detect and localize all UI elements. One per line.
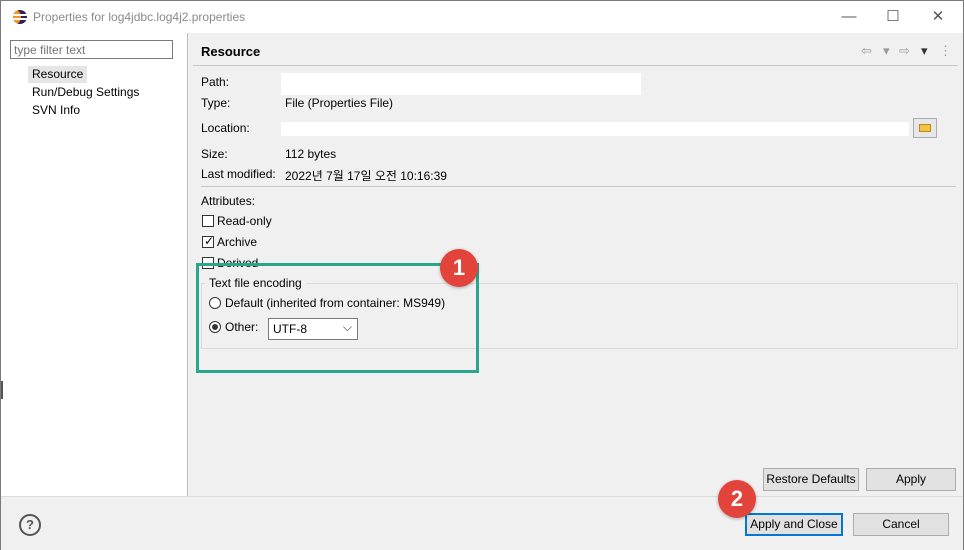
attributes-divider — [201, 186, 956, 187]
path-label: Path: — [201, 75, 230, 89]
back-arrow-icon[interactable]: ⇦ — [861, 43, 872, 59]
type-value: File (Properties File) — [285, 96, 394, 110]
page-title: Resource — [201, 44, 261, 59]
step-badge-2: 2 — [718, 480, 756, 518]
title-bar: Properties for log4jdbc.log4j2.propertie… — [1, 1, 963, 33]
show-in-explorer-button[interactable] — [913, 118, 937, 138]
last-modified-value: 2022년 7월 17일 오전 10:16:39 — [285, 169, 447, 183]
size-label: Size: — [201, 147, 228, 161]
close-button[interactable]: ✕ — [923, 7, 953, 27]
cancel-button[interactable]: Cancel — [853, 513, 949, 536]
encoding-highlight-box — [196, 263, 479, 373]
apply-and-close-button[interactable]: Apply and Close — [745, 513, 843, 536]
properties-dialog: Properties for log4jdbc.log4j2.propertie… — [0, 0, 964, 550]
view-menu-icon[interactable]: ⋮ — [939, 43, 952, 59]
forward-arrow-icon[interactable]: ⇨ — [899, 43, 910, 59]
archive-label[interactable]: Archive — [217, 235, 257, 249]
properties-tree-panel: Resource Run/Debug Settings SVN Info — [1, 33, 188, 496]
location-label: Location: — [201, 121, 250, 135]
dialog-button-bar: ? Apply and Close Cancel — [1, 496, 963, 550]
type-label: Type: — [201, 96, 231, 110]
resize-handle[interactable] — [1, 381, 3, 399]
size-value: 112 bytes — [285, 147, 337, 161]
maximize-button[interactable]: ☐ — [878, 7, 908, 27]
step-badge-1: 1 — [440, 249, 478, 287]
tree-item-run-debug-settings[interactable]: Run/Debug Settings — [28, 84, 143, 101]
archive-checkbox[interactable]: ✓ — [202, 234, 215, 248]
window-title: Properties for log4jdbc.log4j2.propertie… — [33, 10, 246, 24]
tree-item-resource[interactable]: Resource — [28, 66, 88, 83]
folder-icon — [919, 124, 931, 132]
restore-defaults-button[interactable]: Restore Defaults — [763, 468, 859, 491]
apply-button[interactable]: Apply — [866, 468, 956, 491]
filter-input[interactable] — [10, 40, 173, 59]
read-only-checkbox[interactable] — [202, 215, 214, 227]
read-only-label[interactable]: Read-only — [217, 214, 272, 228]
back-dropdown-icon[interactable]: ▾ — [883, 43, 890, 59]
forward-dropdown-icon[interactable]: ▾ — [921, 43, 928, 59]
tree-item-svn-info[interactable]: SVN Info — [28, 102, 84, 119]
last-modified-label: Last modified: — [201, 167, 276, 181]
checkmark-icon: ✓ — [204, 234, 215, 248]
eclipse-app-icon — [13, 10, 27, 24]
path-value[interactable] — [281, 73, 641, 95]
help-icon[interactable]: ? — [19, 514, 41, 536]
attributes-label: Attributes: — [201, 194, 256, 208]
title-divider — [193, 65, 958, 66]
minimize-button[interactable]: — — [834, 7, 864, 27]
location-value[interactable] — [281, 122, 909, 136]
